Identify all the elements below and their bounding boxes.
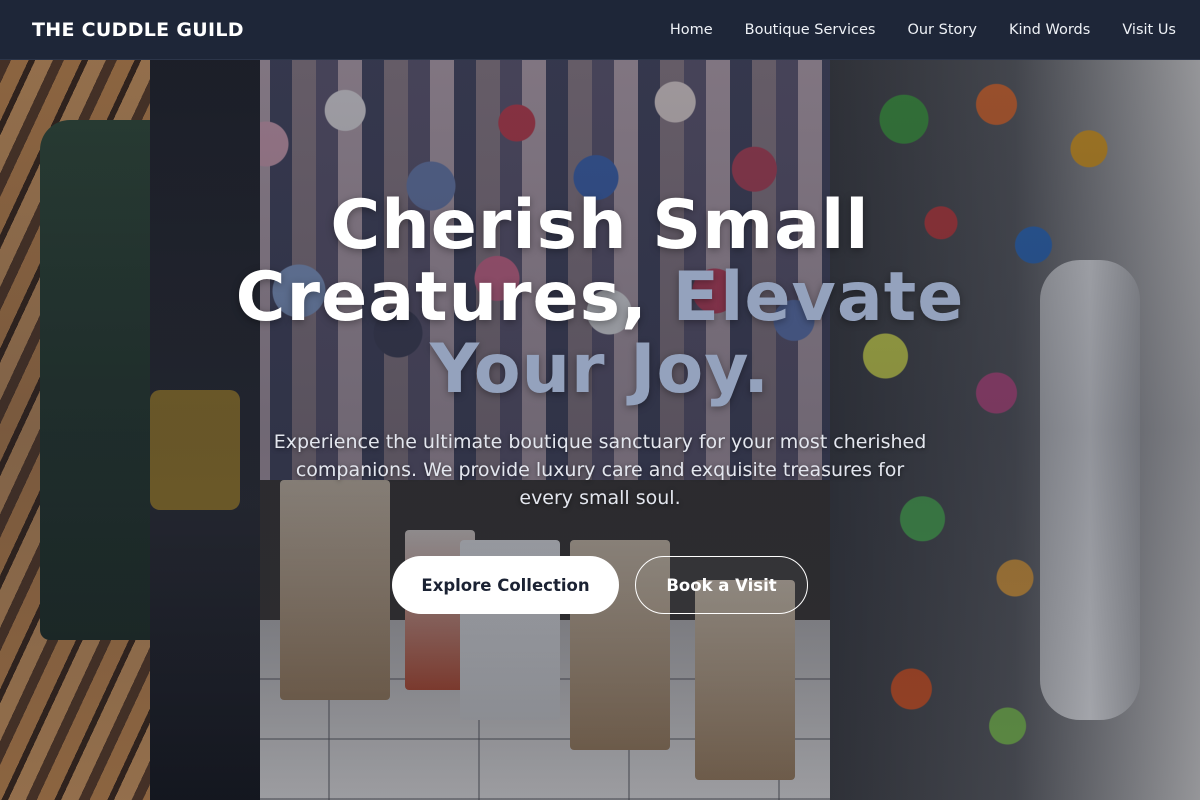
brand-logo[interactable]: THE CUDDLE GUILD [32, 19, 244, 41]
nav-link-kind-words[interactable]: Kind Words [1009, 22, 1090, 38]
nav-link-home[interactable]: Home [670, 22, 713, 38]
book-a-visit-button[interactable]: Book a Visit [635, 556, 808, 614]
nav-link-boutique-services[interactable]: Boutique Services [745, 22, 876, 38]
top-navbar: THE CUDDLE GUILD Home Boutique Services … [0, 0, 1200, 60]
page: THE CUDDLE GUILD Home Boutique Services … [0, 0, 1200, 800]
cta-row: Explore Collection Book a Visit [392, 556, 808, 614]
hero-content: Cherish Small Creatures, Elevate Your Jo… [0, 60, 1200, 800]
hero-headline: Cherish Small Creatures, Elevate Your Jo… [190, 190, 1010, 406]
nav-links: Home Boutique Services Our Story Kind Wo… [638, 22, 1176, 38]
nav-link-our-story[interactable]: Our Story [907, 22, 976, 38]
hero-subtitle: Experience the ultimate boutique sanctua… [273, 431, 927, 509]
explore-collection-button[interactable]: Explore Collection [392, 556, 619, 614]
nav-link-visit-us[interactable]: Visit Us [1122, 22, 1176, 38]
